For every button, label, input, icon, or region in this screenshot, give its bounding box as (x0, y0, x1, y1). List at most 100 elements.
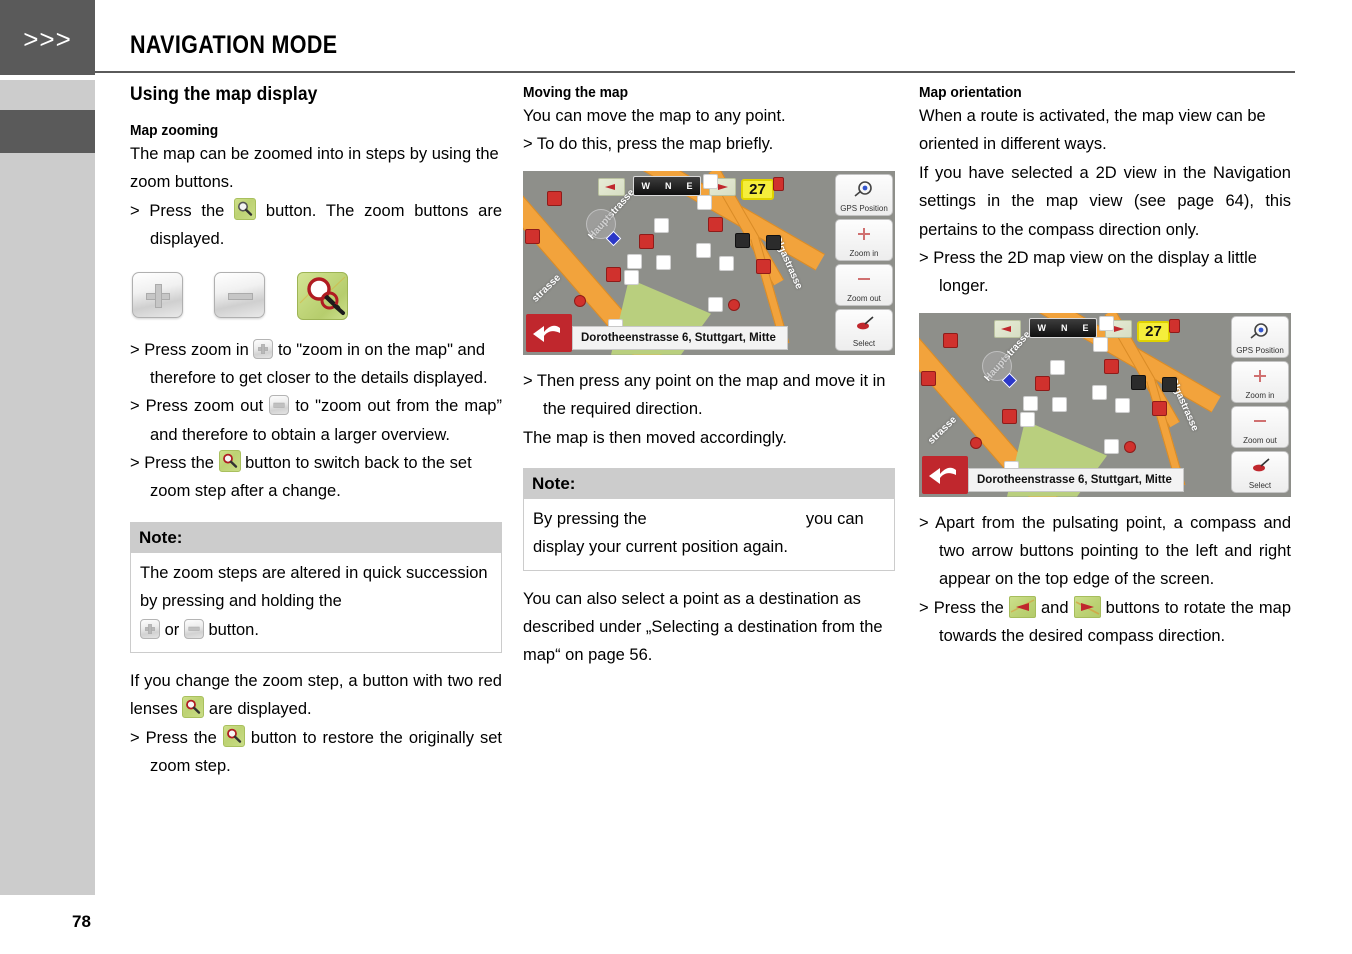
gps-position-icon (1248, 317, 1272, 346)
section-title: Using the map display (130, 84, 318, 105)
zoom-out-button-large[interactable] (214, 271, 265, 318)
poi-icon (756, 258, 771, 274)
rotate-left-button[interactable] (598, 177, 625, 196)
note-text-a: The zoom steps are altered in quick succ… (140, 563, 488, 611)
poi-icon (766, 234, 781, 250)
map-side-panel: GPS Position Zoom in Zoom out Select (833, 171, 895, 355)
poi-icon (574, 294, 586, 307)
poi-icon (1152, 400, 1167, 416)
poi-restaurant-icon (703, 173, 718, 189)
zoom-in-label: Zoom in (1245, 390, 1275, 400)
zoom-in-button[interactable]: Zoom in (1231, 360, 1289, 403)
compass-w: W (641, 180, 650, 191)
column-left: Using the map display Map zooming The ma… (130, 84, 502, 780)
step-text-and: and (1041, 598, 1069, 617)
poi-restaurant-icon (624, 269, 639, 285)
magnifier-icon[interactable] (234, 197, 257, 220)
paragraph-2d-view: If you have selected a 2D view in the Na… (919, 163, 1291, 239)
poi-parking-icon (627, 253, 642, 269)
poi-restaurant-icon (719, 255, 734, 271)
gps-position-label: GPS Position (1236, 345, 1284, 355)
poi-icon (547, 190, 562, 206)
poi-restaurant-icon (696, 242, 711, 258)
poi-icon (728, 298, 740, 311)
zoom-out-label: Zoom out (1243, 435, 1277, 445)
select-button[interactable]: Select (835, 308, 893, 351)
step-press-zoom-button: > Press the button. The zoom buttons are… (130, 197, 502, 254)
step-text-a: > Press the (919, 598, 1004, 617)
sidebar-segment-active[interactable] (0, 110, 95, 153)
note-text-or: or (164, 620, 180, 639)
zoom-in-button[interactable]: Zoom in (835, 218, 893, 261)
address-bar: Dorotheenstrasse 6, Stuttgart, Mitte (572, 325, 788, 350)
select-button[interactable]: Select (1231, 450, 1289, 493)
step-rotate-map: > Press the and buttons to rotate the ma… (919, 594, 1291, 651)
gps-position-button[interactable]: GPS Position (835, 173, 893, 216)
note-content: By pressing the you can display your cur… (523, 498, 895, 571)
minus-icon (229, 293, 252, 299)
poi-icon (970, 436, 982, 449)
poi-icon (1124, 440, 1136, 453)
poi-parking-icon (697, 194, 712, 210)
note-text-b: button. (208, 620, 259, 639)
subsection-title-map-orientation: Map orientation (919, 84, 1022, 101)
navigation-map-figure-middle: Hauptstrasse Olgastrasse strasse W N E 2… (523, 170, 895, 355)
poi-restaurant-icon (1052, 396, 1067, 412)
speed-limit-sign: 27 (1137, 320, 1170, 342)
street-label-strasse: strasse (926, 414, 959, 447)
poi-icon (1162, 376, 1177, 392)
navigation-map-screenshot[interactable]: Hauptstrasse Olgastrasse strasse W N E 2… (523, 170, 895, 355)
zoom-in-button-large[interactable] (132, 271, 183, 318)
navigation-map-screenshot[interactable]: Hauptstrasse Olgastrasse strasse W N E 2… (919, 312, 1291, 497)
minus-icon[interactable] (183, 618, 204, 639)
gps-position-button[interactable]: GPS Position (1231, 315, 1289, 358)
rotate-left-button[interactable] (994, 319, 1021, 338)
gps-position-icon (852, 175, 876, 204)
zoom-out-button[interactable]: Zoom out (1231, 405, 1289, 448)
step-zoom-in: > Press zoom in to "zoom in on the map" … (130, 336, 502, 393)
note-title: Note: (523, 467, 895, 499)
restore-zoom-button-large[interactable] (297, 271, 348, 320)
paragraph-select-destination: You can also select a point as a destina… (523, 589, 883, 665)
poi-icon (1104, 358, 1119, 374)
poi-icon (1169, 318, 1180, 333)
step-text-a: > Press the (130, 454, 214, 472)
minus-icon[interactable] (269, 395, 290, 416)
note-title: Note: (130, 521, 502, 553)
zoom-out-button[interactable]: Zoom out (835, 263, 893, 306)
plus-icon (1251, 362, 1269, 391)
gps-position-label: GPS Position (840, 203, 888, 213)
rotate-left-arrow-icon[interactable] (1008, 595, 1036, 618)
street-label-strasse: strasse (530, 272, 563, 305)
compass-e: E (686, 180, 693, 191)
magnifier-red-lens-icon[interactable] (182, 696, 205, 719)
poi-restaurant-icon (1050, 359, 1065, 375)
magnifier-icon[interactable] (218, 450, 241, 472)
magnifier-red-lens-icon (299, 276, 346, 315)
page-title: NAVIGATION MODE (130, 31, 338, 59)
plus-icon[interactable] (140, 618, 160, 639)
minus-icon (1251, 407, 1269, 436)
poi-icon (606, 266, 621, 282)
poi-icon (1035, 375, 1050, 391)
subsection-title-map-zooming: Map zooming (130, 122, 219, 139)
subsection-title-moving-the-map: Moving the map (523, 84, 629, 101)
poi-restaurant-icon (708, 296, 723, 312)
paragraph-map-moved: The map is then moved accordingly. (523, 428, 787, 447)
paragraph-text-b: are displayed. (208, 700, 312, 719)
rotate-right-arrow-icon[interactable] (1073, 595, 1101, 618)
zoom-out-label: Zoom out (847, 293, 881, 303)
poi-hotel-icon (735, 232, 750, 248)
note-box-current-position: Note: By pressing the you can display yo… (523, 467, 895, 571)
step-text-a: > Press zoom in (130, 340, 249, 359)
step-restore-zoom: > Press the button to switch back to the… (130, 449, 502, 506)
paragraph-intro: The map can be zoomed into in steps by u… (130, 145, 499, 192)
navigation-map-figure-right: Hauptstrasse Olgastrasse strasse W N E 2… (919, 312, 1291, 497)
sidebar: >>> (0, 0, 95, 954)
sidebar-segment-light-top (0, 80, 95, 110)
header-divider (95, 71, 1295, 73)
magnifier-red-lens-icon[interactable] (222, 724, 245, 747)
step-press-2d-map-view: > Press the 2D map view on the display a… (919, 248, 1257, 296)
poi-restaurant-icon (656, 254, 671, 270)
plus-icon[interactable] (253, 338, 274, 359)
